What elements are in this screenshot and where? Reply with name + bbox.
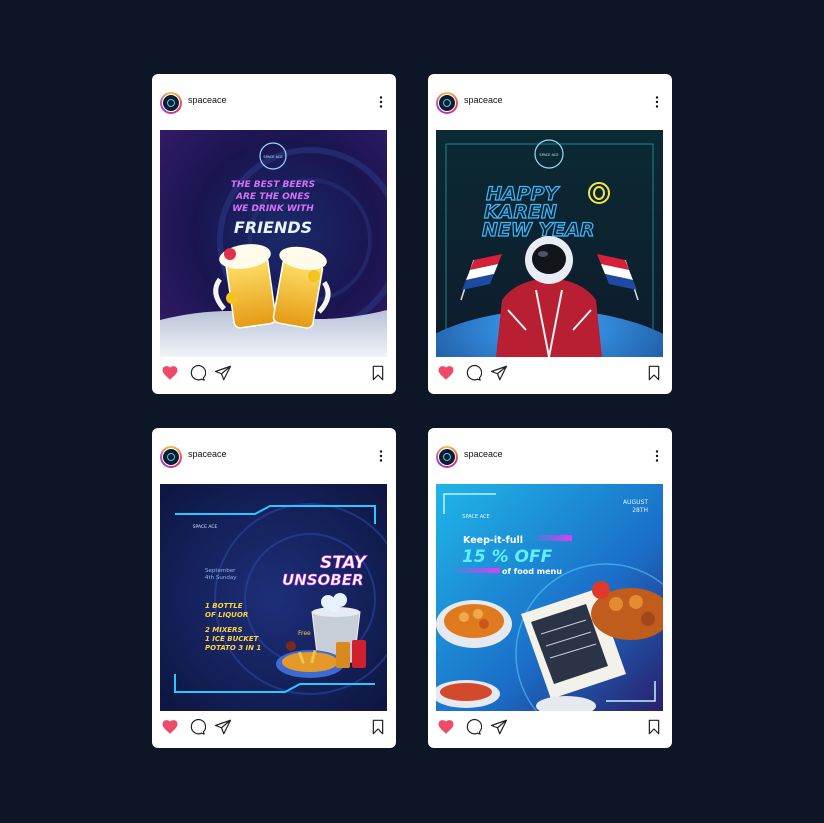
line3: WE DRINK WITH [232,204,314,214]
avatar[interactable] [436,446,458,468]
heart-icon[interactable] [161,364,179,382]
share-icon[interactable] [490,364,508,382]
line3: NEW YEAR [482,219,595,241]
post-image[interactable]: SPACE ACE HAPPY KAREN NEW YEAR [436,130,663,357]
avatar[interactable] [436,92,458,114]
post-header: spaceace [152,428,396,484]
offer2: OF LIQUOR [205,611,248,619]
headline2: UNSOBER [282,571,364,589]
offer5: POTATO 3 IN 1 [205,644,261,652]
more-options-icon[interactable] [654,96,660,108]
line2: ARE THE ONES [235,192,310,202]
offer4: 1 ICE BUCKET [205,635,260,643]
logo-text: SPACE ACE [193,524,218,530]
more-options-icon[interactable] [378,450,384,462]
share-icon[interactable] [214,364,232,382]
share-icon[interactable] [214,718,232,736]
username[interactable]: spaceace [188,95,227,105]
logo-text: SPACE ACE [263,155,282,159]
post-header: spaceace [428,74,672,130]
avatar[interactable] [160,92,182,114]
comment-icon[interactable] [464,718,482,736]
heart-icon[interactable] [437,718,455,736]
date-line1: September [205,568,236,574]
date-line2: 28TH [632,507,648,514]
post-card: spaceace SPACE ACE AUGUST 28TH Keep-it-f… [428,428,672,748]
line1: THE BEST BEERS [231,180,315,190]
headline1: STAY [320,553,368,573]
username[interactable]: spaceace [188,449,227,459]
comment-icon[interactable] [188,718,206,736]
bookmark-icon[interactable] [370,719,386,735]
username[interactable]: spaceace [464,449,503,459]
more-options-icon[interactable] [654,450,660,462]
bookmark-icon[interactable] [646,365,662,381]
share-icon[interactable] [490,718,508,736]
heart-icon[interactable] [161,718,179,736]
bookmark-icon[interactable] [370,365,386,381]
logo-text: SPACE ACE [539,153,558,157]
offer1: 1 BOTTLE [205,602,243,610]
date-line1: AUGUST [623,499,648,506]
more-options-icon[interactable] [378,96,384,108]
post-image[interactable]: SPACE ACE AUGUST 28TH Keep-it-full 15 % … [436,484,663,711]
bookmark-icon[interactable] [646,719,662,735]
logo-text: SPACE ACE [462,514,489,520]
date-line2: 4th Sunday [205,575,237,581]
free-label: Free [298,630,311,637]
post-card: spaceace SPACE ACE THE BEST BEERS ARE TH… [152,74,396,394]
comment-icon[interactable] [188,364,206,382]
post-header: spaceace [152,74,396,130]
post-card: spaceace SPACE ACE September 4th Sunday … [152,428,396,748]
post-card: spaceace SPACE ACE HAPPY KAREN NEW YEAR [428,74,672,394]
post-image[interactable]: SPACE ACE THE BEST BEERS ARE THE ONES WE… [160,130,387,357]
tagline: Keep-it-full [463,535,523,546]
comment-icon[interactable] [464,364,482,382]
sub: of food menu [502,567,562,576]
avatar[interactable] [160,446,182,468]
post-header: spaceace [428,428,672,484]
headline: FRIENDS [234,218,312,237]
headline: 15 % OFF [462,547,553,567]
username[interactable]: spaceace [464,95,503,105]
heart-icon[interactable] [437,364,455,382]
post-image[interactable]: SPACE ACE September 4th Sunday STAY UNSO… [160,484,387,711]
offer3: 2 MIXERS [205,626,243,634]
